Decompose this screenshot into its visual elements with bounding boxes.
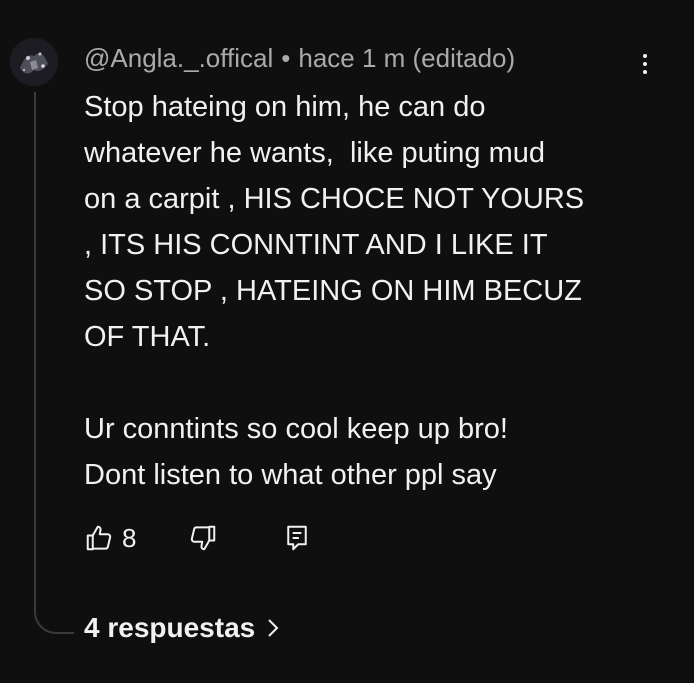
thread-line bbox=[34, 92, 36, 592]
avatar-image bbox=[10, 38, 58, 86]
thread-connector bbox=[34, 586, 74, 634]
thumbs-down-icon bbox=[191, 525, 216, 551]
comment-thread: @Angla._.offical • hace 1 m (editado) Stop… bbox=[0, 0, 694, 683]
chevron-right-icon bbox=[268, 619, 279, 637]
more-vertical-icon[interactable] bbox=[630, 46, 660, 82]
dislike-button[interactable] bbox=[188, 523, 218, 553]
comment-timestamp[interactable]: hace 1 m (editado) bbox=[298, 43, 515, 73]
like-button[interactable]: 8 bbox=[84, 523, 136, 554]
reply-button[interactable] bbox=[282, 523, 312, 553]
comment-header: @Angla._.offical • hace 1 m (editado) bbox=[84, 42, 515, 74]
header-separator: • bbox=[281, 43, 291, 73]
like-count: 8 bbox=[122, 522, 137, 553]
author-handle[interactable]: @Angla._.offical bbox=[84, 43, 273, 73]
comment-body: Stop hateing on him, he can do whatever … bbox=[84, 91, 585, 491]
avatar[interactable] bbox=[10, 38, 58, 86]
thumbs-up-icon bbox=[86, 525, 112, 551]
reply-icon bbox=[287, 525, 308, 551]
replies-label: 4 respuestas bbox=[84, 612, 256, 643]
comment-actions: 8 bbox=[84, 518, 312, 558]
replies-toggle[interactable]: 4 respuestas bbox=[84, 612, 281, 644]
